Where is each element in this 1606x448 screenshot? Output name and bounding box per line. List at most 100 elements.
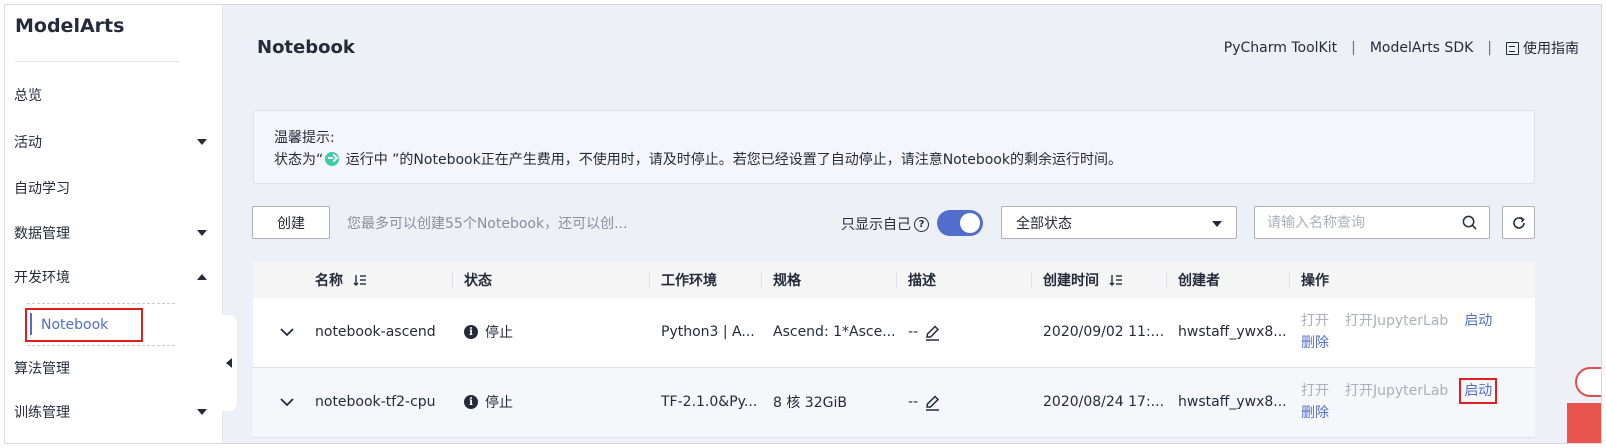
created-time-cell: 2020/09/02 11:... — [1043, 324, 1165, 340]
chevron-down-icon — [1212, 221, 1222, 227]
refresh-button[interactable] — [1502, 206, 1535, 239]
divider — [27, 345, 175, 346]
sidebar-collapse-button[interactable] — [221, 315, 237, 411]
delete-link[interactable]: 删除 — [1301, 405, 1329, 421]
chevron-down-icon — [197, 409, 207, 415]
search-input[interactable] — [1255, 207, 1445, 238]
link-separator: | — [1351, 40, 1356, 56]
column-header-spec: 规格 — [761, 262, 801, 298]
header-links: PyCharm ToolKit | ModelArts SDK | 使用指南 — [1224, 38, 1579, 58]
column-header-created-time[interactable]: 创建时间 — [1031, 262, 1123, 298]
only-mine-toggle[interactable] — [937, 210, 983, 236]
status-filter-select[interactable]: 全部状态 — [1001, 206, 1237, 239]
pycharm-toolkit-link[interactable]: PyCharm ToolKit — [1224, 40, 1337, 56]
floating-feedback-button[interactable] — [1567, 403, 1601, 443]
status-text: 停止 — [485, 325, 513, 341]
sidebar-item-activity[interactable]: 活动 — [5, 122, 223, 162]
edit-icon[interactable] — [924, 324, 941, 341]
sidebar-item-label: 总览 — [14, 88, 42, 104]
column-header-name[interactable]: 名称 — [315, 262, 367, 298]
sort-icon[interactable] — [1109, 274, 1123, 286]
start-link[interactable]: 启动 — [1459, 378, 1498, 404]
column-header-status: 状态 — [452, 262, 492, 298]
brand-logo: ModelArts — [15, 15, 125, 37]
description-text: -- — [908, 324, 919, 340]
divider — [27, 303, 175, 304]
environment-cell: TF-2.1.0&Py... — [661, 394, 758, 410]
notice-banner: 温馨提示: 状态为“ 运行中 ”的Notebook正在产生费用，不使用时，请及时… — [253, 110, 1535, 184]
document-icon — [1506, 41, 1519, 55]
info-icon: i — [464, 325, 478, 339]
creator-cell: hwstaff_ywx8... — [1178, 324, 1287, 340]
divider — [15, 61, 179, 62]
status-cell: i 停止 — [464, 298, 513, 366]
start-link[interactable]: 启动 — [1464, 313, 1492, 329]
column-label: 名称 — [315, 273, 343, 289]
sidebar-item-training-management[interactable]: 训练管理 — [5, 392, 223, 432]
edit-icon[interactable] — [924, 394, 941, 411]
description-cell: -- — [908, 368, 941, 436]
sidebar-item-label: Notebook — [41, 317, 109, 333]
sidebar-item-label: 活动 — [14, 135, 42, 151]
notice-title: 温馨提示: — [274, 130, 335, 146]
column-header-environment: 工作环境 — [649, 262, 717, 298]
notebook-table: 名称 状态 工作环境 规格 描述 创建时间 创建者 操作 notebook-as… — [253, 262, 1535, 438]
sidebar-item-dev-env[interactable]: 开发环境 — [5, 257, 223, 297]
sidebar-item-label: 自动学习 — [14, 181, 70, 197]
chevron-down-icon — [197, 230, 207, 236]
open-jupyterlab-link[interactable]: 打开JupyterLab — [1345, 383, 1448, 399]
sidebar: ModelArts 总览 活动 自动学习 数据管理 开发环境 Notebook … — [5, 5, 223, 443]
modelarts-sdk-link[interactable]: ModelArts SDK — [1370, 40, 1473, 56]
sort-icon[interactable] — [353, 274, 367, 286]
description-text: -- — [908, 394, 919, 410]
spec-cell: 8 核 32GiB — [773, 395, 847, 411]
toggle-knob — [960, 213, 980, 233]
column-header-creator: 创建者 — [1166, 262, 1220, 298]
open-link[interactable]: 打开 — [1301, 383, 1329, 399]
notice-text-before: 状态为“ — [274, 152, 324, 168]
notice-status-word: 运行中 — [345, 152, 388, 168]
sidebar-item-data-management[interactable]: 数据管理 — [5, 213, 223, 253]
status-text: 停止 — [485, 395, 513, 411]
sidebar-item-overview[interactable]: 总览 — [5, 75, 223, 115]
sidebar-item-label: 算法管理 — [14, 361, 70, 377]
open-jupyterlab-link[interactable]: 打开JupyterLab — [1345, 313, 1448, 329]
notebook-name: notebook-tf2-cpu — [315, 394, 436, 410]
creator-cell: hwstaff_ywx8... — [1178, 394, 1287, 410]
delete-link[interactable]: 删除 — [1301, 335, 1329, 351]
help-icon[interactable]: ? — [914, 216, 929, 232]
search-icon[interactable] — [1462, 215, 1477, 230]
chevron-down-icon — [197, 139, 207, 145]
environment-cell: Python3 | A... — [661, 324, 755, 340]
spec-cell: Ascend: 1*Asce... — [773, 324, 896, 340]
notice-text-after: ”的Notebook正在产生费用，不使用时，请及时停止。若您已经设置了自动停止，… — [392, 152, 1122, 168]
sidebar-item-label: 开发环境 — [14, 270, 70, 286]
user-guide-link[interactable]: 使用指南 — [1506, 38, 1579, 58]
create-button[interactable]: 创建 — [252, 206, 330, 239]
column-header-description: 描述 — [896, 262, 936, 298]
description-cell: -- — [908, 298, 941, 366]
column-label: 创建时间 — [1043, 273, 1099, 289]
chevron-down-icon[interactable] — [279, 324, 295, 340]
refresh-icon — [1512, 216, 1525, 229]
column-header-actions: 操作 — [1289, 262, 1329, 298]
notebook-name: notebook-ascend — [315, 324, 436, 340]
sidebar-item-auto-learning[interactable]: 自动学习 — [5, 168, 223, 208]
chevron-down-icon[interactable] — [279, 394, 295, 410]
running-status-icon — [325, 152, 340, 166]
floating-helper-button[interactable] — [1575, 367, 1601, 397]
open-link[interactable]: 打开 — [1301, 313, 1329, 329]
sidebar-item-label: 训练管理 — [14, 405, 70, 421]
chevron-up-icon — [197, 274, 207, 280]
only-mine-label-group: 只显示自己 ? — [841, 214, 929, 234]
page-title: Notebook — [257, 37, 355, 58]
selected-indicator — [30, 313, 32, 335]
app-frame: ModelArts 总览 活动 自动学习 数据管理 开发环境 Notebook … — [4, 4, 1602, 444]
sidebar-item-notebook[interactable]: Notebook — [25, 308, 143, 342]
sidebar-item-label: 数据管理 — [14, 226, 70, 242]
link-separator: | — [1487, 40, 1492, 56]
created-time-cell: 2020/08/24 17:... — [1043, 394, 1165, 410]
status-filter-value: 全部状态 — [1016, 215, 1072, 232]
sidebar-item-algorithm-management[interactable]: 算法管理 — [5, 348, 223, 388]
actions-cell: 打开 打开JupyterLab 启动 删除 — [1301, 310, 1508, 354]
